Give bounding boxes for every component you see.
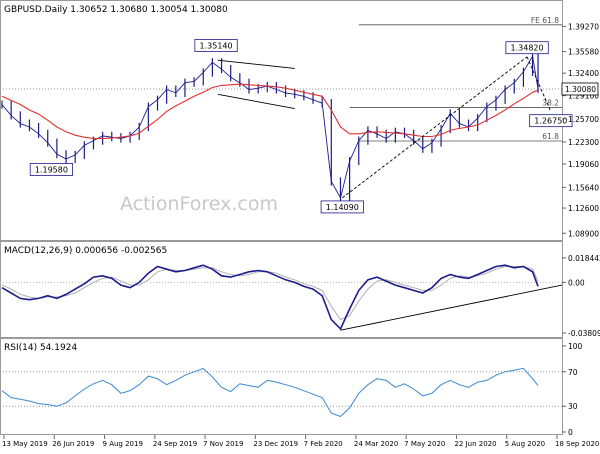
macd-signal-line [2,267,538,320]
last-price-label: 1.30080 [565,85,596,94]
x-tick-label: 24 Sep 2019 [153,440,197,448]
macd-y-tick-label: 0.00 [568,278,585,287]
fib-level-label: 61.8 [542,132,559,141]
price-y-tick-label: 1.32400 [568,69,599,78]
price-y-tick-label: 1.39270 [568,22,599,31]
x-tick-label: 5 Aug 2020 [505,440,545,448]
price-annotations: 1.19580 1.35140 1.14090 1.34820 1.26750 [30,40,572,213]
x-tick-label: 24 Mar 2020 [354,440,398,448]
price-y-tick-label: 1.35580 [568,48,599,57]
channel-lower-line [218,94,295,108]
watermark: ActionForex.com [120,193,278,215]
x-tick-label: 26 Jun 2019 [52,440,94,448]
price-header: GBPUSD.Daily 1.30652 1.30680 1.30054 1.3… [4,5,228,15]
price-annotation-label: 1.26750 [534,117,567,126]
fib-level-label: 38.2 [542,99,559,108]
price-y-tick-label: 1.25700 [568,115,599,124]
rally-dashed-line [342,57,527,198]
rsi-panel-frame [1,339,563,435]
rsi-y-axis: 100 70 30 0 [562,342,583,437]
price-y-axis: 1.392701.355801.324001.291001.257001.223… [562,22,599,238]
pullback-dashed-line [527,57,551,112]
x-tick-label: 9 Aug 2019 [103,440,143,448]
channel-upper-line [218,60,295,68]
price-y-tick-label: 1.22300 [568,138,599,147]
macd-header: MACD(12,26,9) 0.000656 -0.002565 [4,246,167,256]
x-tick-label: 22 Jun 2020 [454,440,496,448]
price-y-tick-label: 1.19060 [568,160,599,169]
fib-level-label: FE 61.8 [531,16,559,25]
macd-y-tick-label: -0.038095 [568,329,600,338]
macd-trend-line [340,285,562,330]
price-y-tick-label: 1.12600 [568,204,599,213]
rsi-y-tick-label: 100 [568,342,583,351]
price-series-group [2,52,538,202]
rsi-series-group [2,368,538,416]
price-annotation-label: 1.14090 [326,203,359,212]
price-y-tick-label: 1.15640 [568,183,599,192]
x-tick-label: 7 Nov 2019 [203,440,243,448]
price-annotation-label: 1.34820 [511,44,544,53]
price-y-tick-label: 1.08900 [568,229,599,238]
rsi-y-tick-label: 0 [568,428,573,437]
x-tick-label: 18 Sep 2020 [555,440,599,448]
price-close-line [2,56,538,198]
gbpusd-daily-chart: GBPUSD.Daily 1.30652 1.30680 1.30054 1.3… [0,0,600,450]
macd-line [2,265,538,329]
price-annotation-label: 1.19580 [35,166,68,175]
x-tick-label: 7 Feb 2020 [304,440,343,448]
x-tick-label: 23 Dec 2019 [253,440,298,448]
chart-svg: GBPUSD.Daily 1.30652 1.30680 1.30054 1.3… [0,0,600,450]
price-trend-lines [218,57,551,198]
x-tick-label: 7 May 2020 [404,440,445,448]
rsi-header: RSI(14) 54.1924 [4,343,77,353]
x-axis: 13 May 2019 26 Jun 2019 9 Aug 2019 24 Sep 2… [2,435,599,448]
moving-average-line [2,84,538,139]
macd-trend-line [340,285,562,330]
rsi-y-tick-label: 70 [568,368,578,377]
rsi-line [2,368,538,416]
macd-y-tick-label: 0.018442 [568,254,600,263]
price-annotation-label: 1.35140 [200,42,233,51]
macd-series-group [2,265,538,329]
rsi-y-tick-label: 30 [568,402,578,411]
x-tick-label: 13 May 2019 [2,440,48,448]
macd-y-axis: 0.018442 0.00 -0.038095 [562,254,600,338]
